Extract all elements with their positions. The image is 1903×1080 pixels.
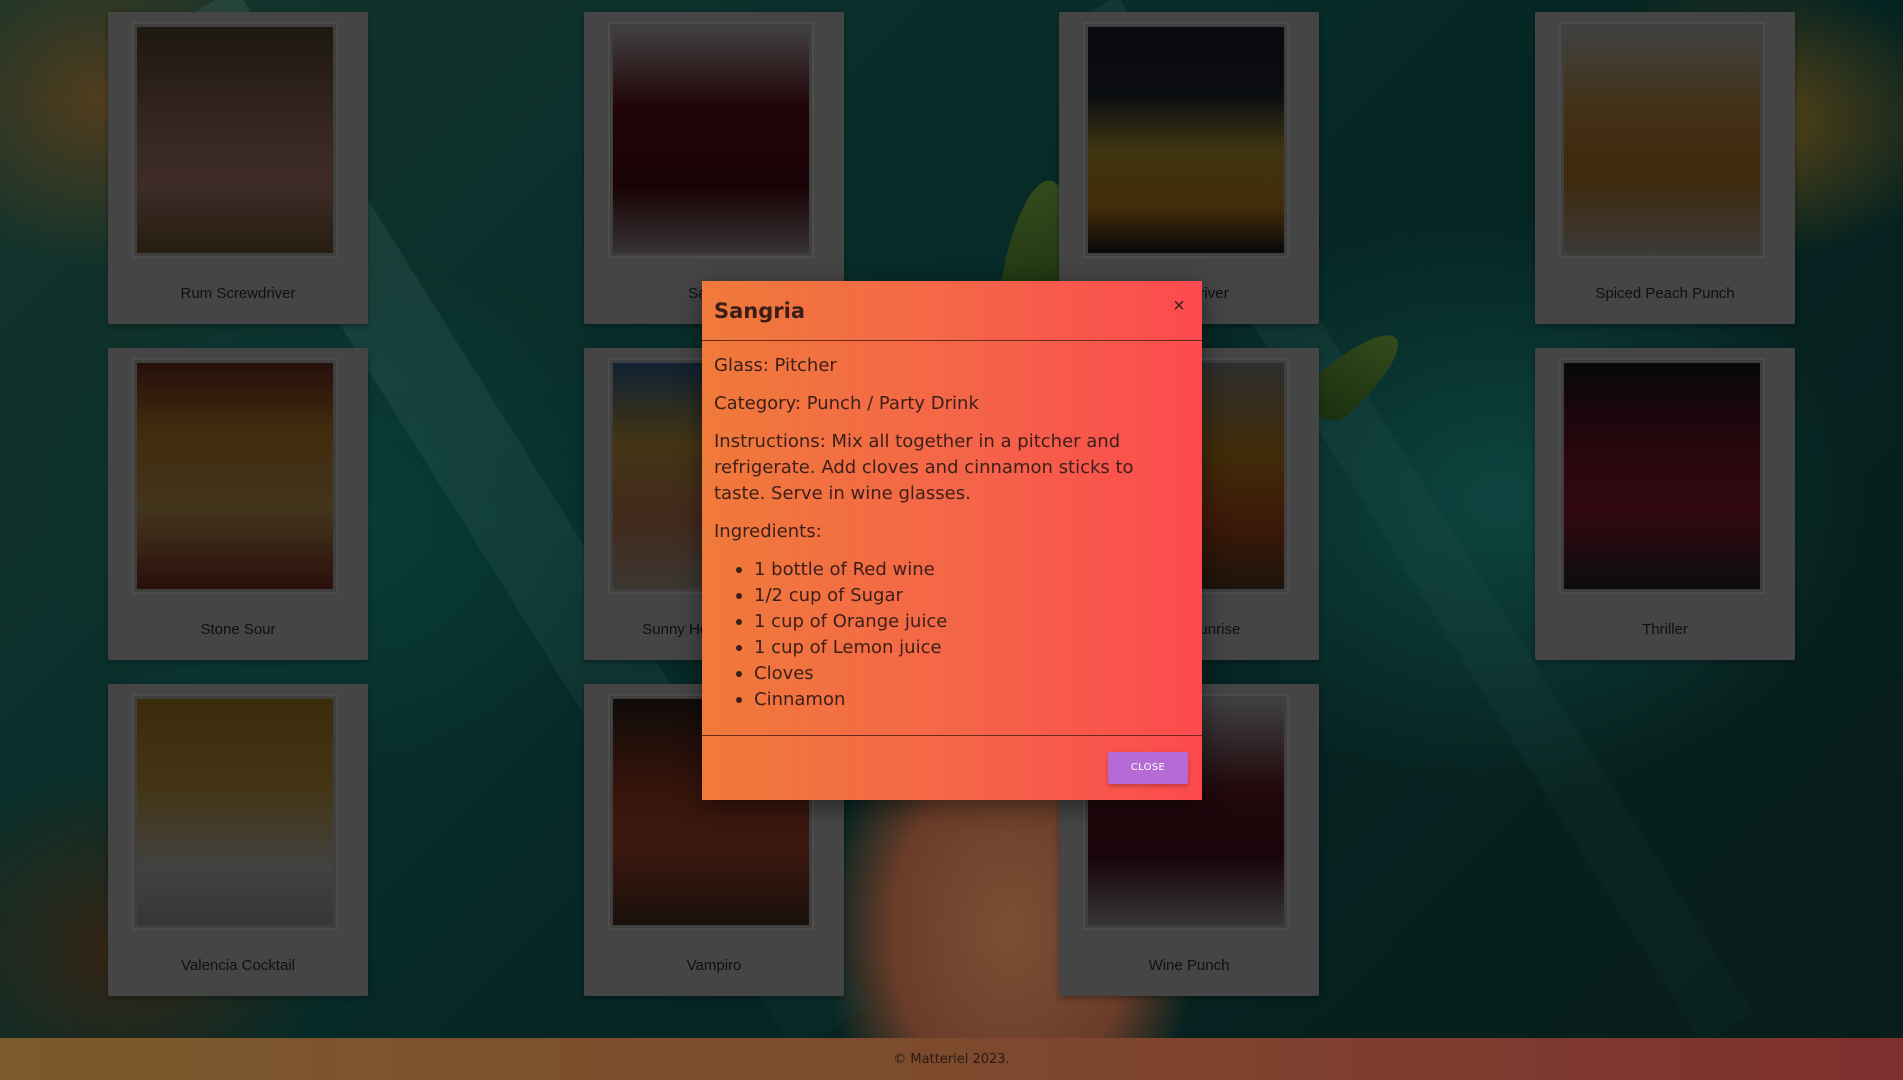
- drink-detail-modal: Sangria × Glass: Pitcher Category: Punch…: [702, 281, 1202, 800]
- modal-body: Glass: Pitcher Category: Punch / Party D…: [702, 341, 1202, 736]
- ingredients-label: Ingredients:: [714, 521, 822, 542]
- modal-header: Sangria ×: [702, 281, 1202, 341]
- category-info: Category: Punch / Party Drink: [714, 393, 979, 414]
- instructions-info: Instructions: Mix all together in a pitc…: [714, 431, 1134, 504]
- close-button[interactable]: CLOSE: [1108, 751, 1188, 784]
- modal-footer: CLOSE: [702, 736, 1202, 799]
- modal-title: Sangria: [714, 298, 806, 323]
- ingredient-item: 1 cup of Lemon juice: [736, 635, 1190, 661]
- ingredient-item: Cloves: [736, 661, 1190, 687]
- copyright-text: © Matteriel 2023.: [893, 1051, 1010, 1067]
- close-icon[interactable]: ×: [1168, 295, 1190, 318]
- ingredient-item: 1 cup of Orange juice: [736, 609, 1190, 635]
- glass-info: Glass: Pitcher: [714, 355, 837, 376]
- ingredients-list: 1 bottle of Red wine 1/2 cup of Sugar 1 …: [714, 557, 1190, 713]
- ingredient-item: 1/2 cup of Sugar: [736, 583, 1190, 609]
- ingredient-item: Cinnamon: [736, 687, 1190, 713]
- ingredient-item: 1 bottle of Red wine: [736, 557, 1190, 583]
- page-footer: © Matteriel 2023.: [0, 1038, 1903, 1080]
